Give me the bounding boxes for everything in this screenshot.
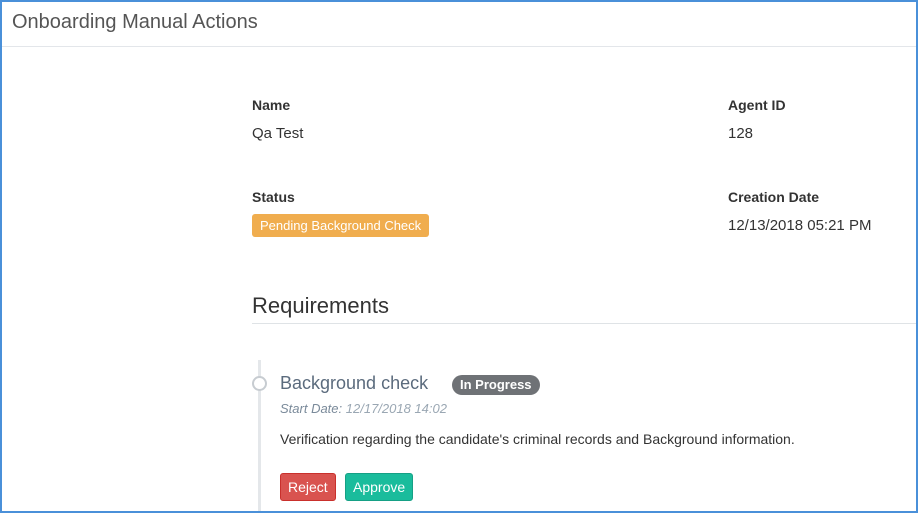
- reject-button[interactable]: Reject: [280, 473, 336, 501]
- agent-id-value: 128: [728, 125, 754, 142]
- approve-button[interactable]: Approve: [345, 473, 414, 501]
- start-date-value: 12/17/2018 14:02: [345, 401, 447, 416]
- requirements-divider: [252, 323, 916, 324]
- window-frame: Onboarding Manual Actions Name Qa Test A…: [0, 0, 918, 513]
- name-label: Name: [252, 97, 291, 113]
- requirements-heading: Requirements: [252, 293, 389, 318]
- page-header: Onboarding Manual Actions: [2, 2, 916, 47]
- status-badge: Pending Background Check: [252, 214, 430, 237]
- agent-id-label: Agent ID: [728, 97, 786, 113]
- start-date-label: Start Date:: [280, 401, 343, 416]
- page-title: Onboarding Manual Actions: [12, 11, 258, 33]
- requirement-status-badge: In Progress: [452, 375, 540, 395]
- requirement-title: Background check: [280, 373, 429, 393]
- timeline-dot-icon: [252, 376, 267, 391]
- status-label: Status: [252, 189, 295, 205]
- name-value: Qa Test: [252, 125, 304, 142]
- creation-date-label: Creation Date: [728, 189, 820, 205]
- requirement-start-date: Start Date: 12/17/2018 14:02: [280, 401, 447, 416]
- creation-date-value: 12/13/2018 05:21 PM: [728, 217, 872, 234]
- requirement-description: Verification regarding the candidate's c…: [280, 431, 795, 447]
